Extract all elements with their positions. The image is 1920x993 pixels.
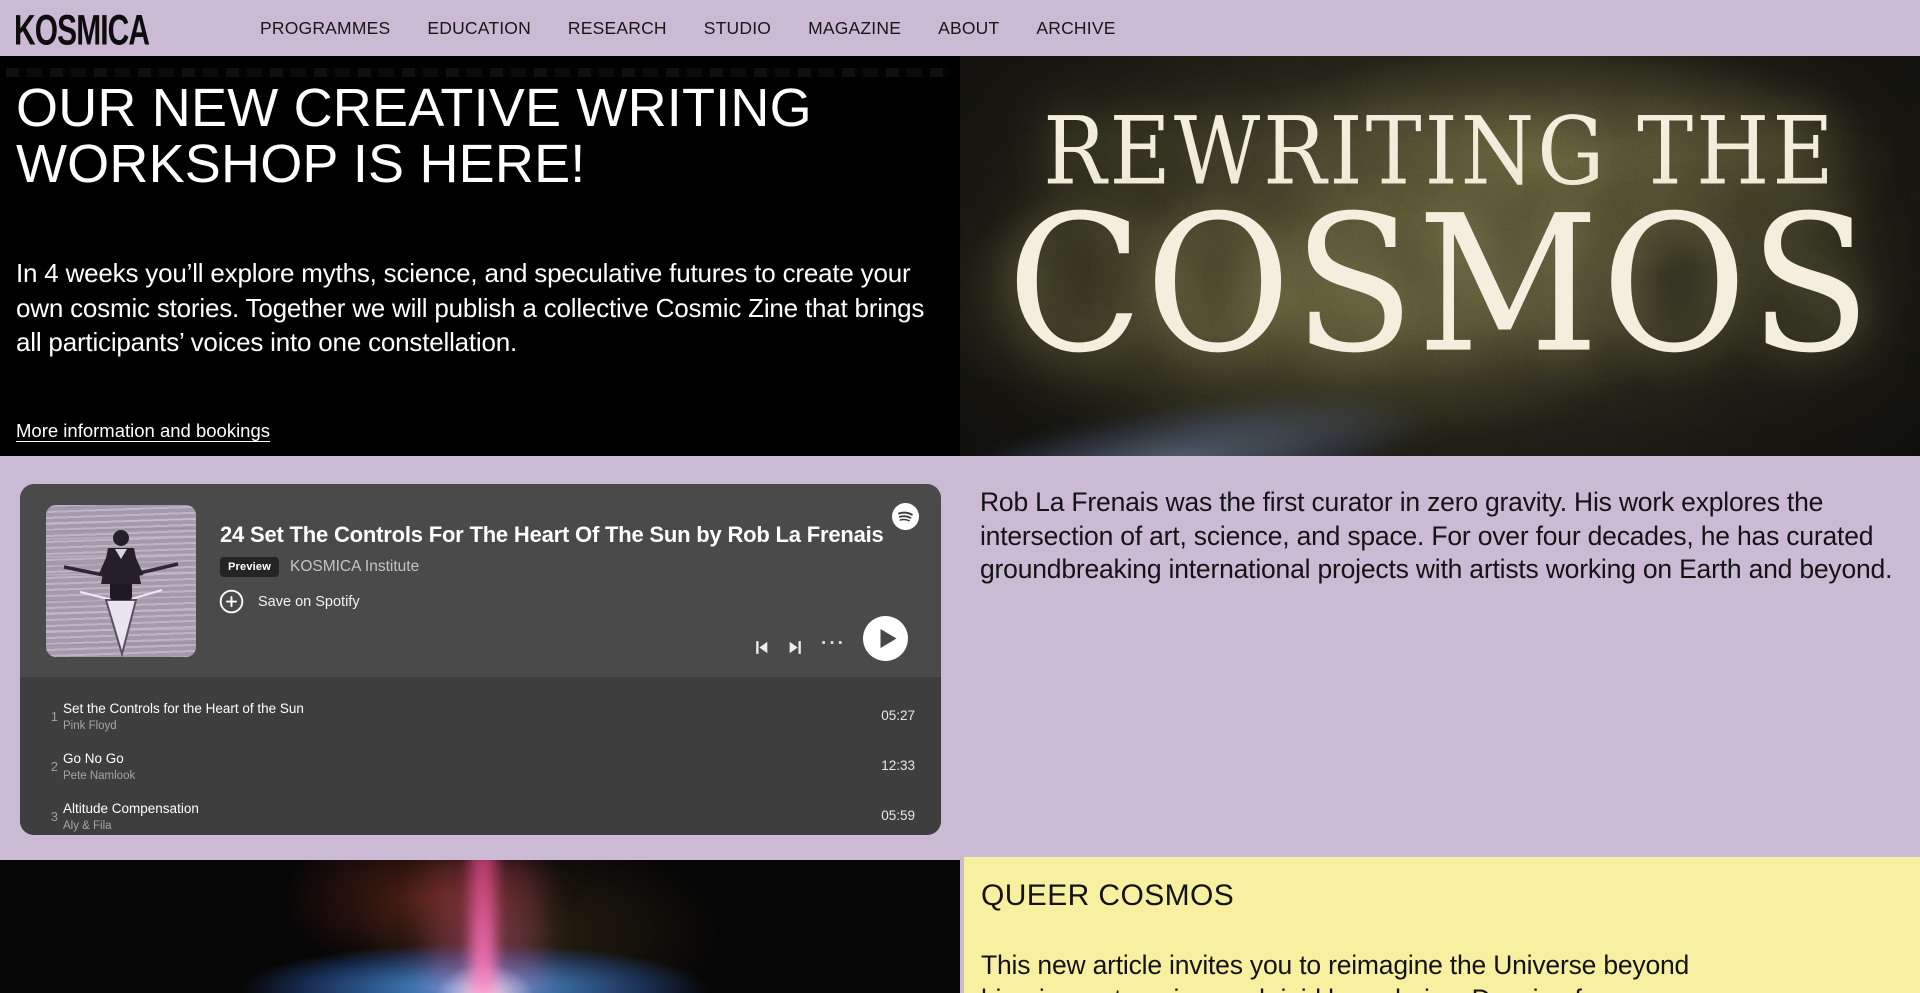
nav-item-magazine[interactable]: MAGAZINE bbox=[808, 18, 901, 39]
track-row[interactable]: 2 Go No Go Pete Namlook 12:33 bbox=[20, 742, 941, 792]
hero-ticker-strip bbox=[6, 68, 948, 77]
track-row[interactable]: 1 Set the Controls for the Heart of the … bbox=[20, 692, 941, 742]
more-options-icon[interactable]: ··· bbox=[821, 633, 846, 655]
track-title: Altitude Compensation bbox=[63, 801, 199, 816]
hero-bookings-link[interactable]: More information and bookings bbox=[16, 420, 270, 442]
previous-track-icon[interactable] bbox=[753, 639, 770, 656]
track-list: 1 Set the Controls for the Heart of the … bbox=[20, 677, 941, 835]
track-number: 1 bbox=[40, 709, 58, 724]
track-artist: Pete Namlook bbox=[63, 770, 135, 782]
queer-cosmos-panel: QUEER COSMOS This new article invites yo… bbox=[964, 857, 1920, 993]
image-headline: REWRITING THE COSMOS bbox=[960, 102, 1920, 374]
rower-artwork bbox=[46, 505, 196, 657]
next-track-icon[interactable] bbox=[787, 639, 804, 656]
add-circle-icon bbox=[219, 589, 244, 614]
nav-item-programmes[interactable]: PROGRAMMES bbox=[260, 18, 390, 39]
track-info: Set the Controls for the Heart of the Su… bbox=[63, 701, 304, 732]
track-duration: 12:33 bbox=[881, 758, 915, 773]
playlist-cover-art[interactable] bbox=[46, 505, 196, 657]
track-artist: Aly & Fila bbox=[63, 820, 199, 832]
save-on-spotify-button[interactable]: Save on Spotify bbox=[219, 589, 360, 614]
hero-announcement-panel: OUR NEW CREATIVE WRITING WORKSHOP IS HER… bbox=[0, 56, 960, 456]
playlist-title[interactable]: 24 Set The Controls For The Heart Of The… bbox=[220, 522, 920, 548]
track-info: Go No Go Pete Namlook bbox=[63, 751, 135, 782]
nav-item-research[interactable]: RESEARCH bbox=[568, 18, 667, 39]
light-flare-image bbox=[0, 860, 960, 993]
track-number: 2 bbox=[40, 759, 58, 774]
nav-item-studio[interactable]: STUDIO bbox=[704, 18, 771, 39]
preview-badge: Preview bbox=[220, 557, 279, 577]
kosmica-logo[interactable]: KOSMICA bbox=[14, 7, 149, 56]
top-nav: KOSMICA PROGRAMMES EDUCATION RESEARCH ST… bbox=[0, 0, 1920, 56]
nav-item-about[interactable]: ABOUT bbox=[938, 18, 999, 39]
preview-row: Preview KOSMICA Institute bbox=[220, 557, 419, 577]
player-controls: ··· bbox=[753, 616, 908, 661]
track-duration: 05:27 bbox=[881, 708, 915, 723]
playlist-owner[interactable]: KOSMICA Institute bbox=[290, 558, 419, 576]
hero-description: In 4 weeks you’ll explore myths, science… bbox=[16, 256, 946, 360]
track-title: Set the Controls for the Heart of the Su… bbox=[63, 701, 304, 716]
image-headline-line2: COSMOS bbox=[960, 191, 1920, 380]
article-body: This new article invites you to reimagin… bbox=[981, 949, 1771, 993]
bottom-section: QUEER COSMOS This new article invites yo… bbox=[0, 857, 1920, 993]
playlist-section: 24 Set The Controls For The Heart Of The… bbox=[0, 456, 1920, 857]
nav-item-education[interactable]: EDUCATION bbox=[427, 18, 531, 39]
player-header: 24 Set The Controls For The Heart Of The… bbox=[20, 484, 941, 677]
track-row[interactable]: 3 Altitude Compensation Aly & Fila 05:59 bbox=[20, 792, 941, 835]
hero-title: OUR NEW CREATIVE WRITING WORKSHOP IS HER… bbox=[16, 80, 856, 192]
curator-bio: Rob La Frenais was the first curator in … bbox=[980, 486, 1898, 587]
track-title: Go No Go bbox=[63, 751, 135, 766]
save-label: Save on Spotify bbox=[258, 594, 360, 610]
nav-menu: PROGRAMMES EDUCATION RESEARCH STUDIO MAG… bbox=[260, 0, 1116, 56]
article-title: QUEER COSMOS bbox=[981, 879, 1234, 913]
track-number: 3 bbox=[40, 809, 58, 824]
track-duration: 05:59 bbox=[881, 808, 915, 823]
nav-item-archive[interactable]: ARCHIVE bbox=[1036, 18, 1115, 39]
track-artist: Pink Floyd bbox=[63, 720, 304, 732]
spotify-embed-player: 24 Set The Controls For The Heart Of The… bbox=[20, 484, 941, 835]
hero-section: OUR NEW CREATIVE WRITING WORKSHOP IS HER… bbox=[0, 56, 1920, 456]
rewriting-the-cosmos-image: REWRITING THE COSMOS bbox=[960, 56, 1920, 456]
play-button[interactable] bbox=[863, 616, 908, 661]
track-info: Altitude Compensation Aly & Fila bbox=[63, 801, 199, 832]
